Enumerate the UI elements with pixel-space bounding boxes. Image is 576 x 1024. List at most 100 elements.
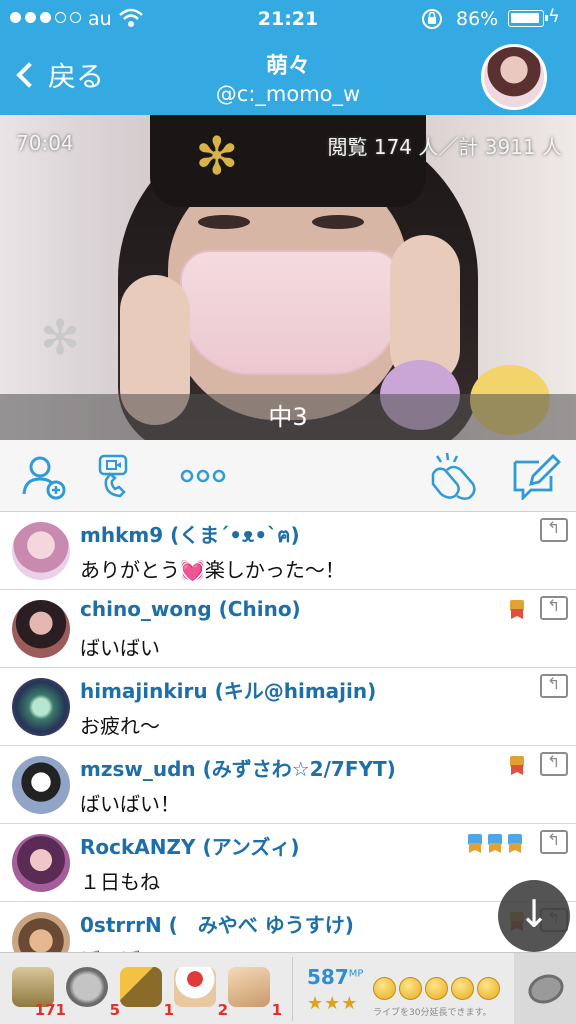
battery-icon: [508, 10, 548, 27]
cracker-gift-icon: [120, 967, 162, 1007]
comment-row[interactable]: RockANZY (アンズィ) １日もね: [0, 824, 576, 902]
comment-row[interactable]: 0strrrN ( みやべ ゆうすけ) ばいばい: [0, 902, 576, 952]
rank-badges: [508, 600, 526, 619]
reply-icon[interactable]: [540, 596, 568, 620]
battery-percent: 86%: [456, 8, 499, 30]
comment-text: ばいばい: [80, 944, 160, 952]
coin-icon: [425, 977, 448, 1000]
flower-sticker-icon: ✻: [195, 127, 239, 187]
avatar[interactable]: [12, 756, 70, 814]
ribbon-badge-icon: [508, 756, 526, 775]
comment-row[interactable]: chino_wong (Chino) ばいばい: [0, 590, 576, 668]
nav-title: 萌々 @c:_momo_w: [150, 48, 426, 106]
comment-row[interactable]: himajinkiru (キル@himajin) お疲れ〜: [0, 668, 576, 746]
video-mask: [180, 250, 402, 375]
gift-bar: 171 5 1 2 1 587MP ★★★ ライブを30分延長できます。: [0, 952, 576, 1024]
call-button[interactable]: [92, 450, 148, 502]
coin-icon: [399, 977, 422, 1000]
comment-username[interactable]: 0strrrN ( みやべ ゆうすけ): [80, 909, 354, 938]
coin-icon: [477, 977, 500, 1000]
elapsed-time: 70:04: [16, 131, 74, 155]
coin-shop-button[interactable]: [514, 953, 576, 1024]
more-button[interactable]: [178, 450, 228, 502]
extend-coins[interactable]: [373, 977, 500, 1000]
comment-username[interactable]: RockANZY (アンズィ): [80, 831, 300, 860]
ribbon-badge-icon: [486, 834, 504, 853]
comment-list[interactable]: mhkm9 (くま´•ᴥ•`ฅ) ありがとう💓楽しかった〜！ chino_won…: [0, 512, 576, 952]
avatar[interactable]: [12, 834, 70, 892]
back-button[interactable]: 戻る: [12, 52, 104, 98]
reply-icon[interactable]: [540, 518, 568, 542]
comment-row[interactable]: mhkm9 (くま´•ᴥ•`ฅ) ありがとう💓楽しかった〜！: [0, 512, 576, 590]
mp-stars: ★★★: [307, 993, 359, 1014]
comment-text: お疲れ〜: [80, 714, 160, 738]
comment-username[interactable]: himajinkiru (キル@himajin): [80, 675, 376, 704]
comment-text: ばいばい！: [80, 792, 180, 816]
broadcaster-name: 萌々: [265, 54, 310, 79]
comment-username[interactable]: chino_wong (Chino): [80, 597, 301, 621]
ribbon-badge-icon: [466, 834, 484, 853]
reply-icon[interactable]: [540, 830, 568, 854]
compose-button[interactable]: [508, 450, 562, 502]
comment-username[interactable]: mhkm9 (くま´•ᴥ•`ฅ): [80, 519, 300, 551]
add-user-icon: [22, 456, 66, 500]
video-eye-left: [198, 215, 250, 229]
scroll-to-bottom-button[interactable]: ↓: [498, 880, 570, 952]
avatar[interactable]: [12, 600, 70, 658]
chevron-left-icon: [16, 62, 42, 88]
gift-tea[interactable]: 171: [10, 959, 66, 1019]
coin-icon: [524, 969, 568, 1009]
mp-unit: MP: [348, 968, 364, 980]
coin-icon: [373, 977, 396, 1000]
mp-panel: 587MP ★★★ ライブを30分延長できます。: [292, 957, 510, 1021]
comment-text: ばいばい: [80, 636, 160, 660]
charging-icon: ϟ: [548, 6, 560, 27]
rank-badges: [508, 756, 526, 775]
video-bangs: [150, 115, 426, 207]
comment-text: ありがとう💓楽しかった〜！: [80, 558, 345, 582]
gift-count: 1: [271, 1001, 282, 1019]
rank-badges: [466, 834, 524, 853]
more-icon: [180, 469, 226, 483]
gift-count: 171: [34, 1001, 66, 1019]
action-bar: [0, 440, 576, 512]
arrow-down-icon: ↓: [518, 892, 550, 936]
back-label: 戻る: [48, 60, 105, 93]
avatar[interactable]: [12, 912, 70, 952]
gift-cake[interactable]: 2: [172, 959, 228, 1019]
gift-cracker[interactable]: 1: [118, 959, 174, 1019]
live-video[interactable]: ✻ ✻ 70:04 閲覧 174 人／計 3911 人 中3: [0, 115, 576, 440]
viewer-count: 閲覧 174 人／計 3911 人: [327, 135, 562, 159]
coin-icon: [451, 977, 474, 1000]
extend-note: ライブを30分延長できます。: [373, 1008, 492, 1018]
comment-row[interactable]: mzsw_udn (みずさわ☆2/7FYT) ばいばい！: [0, 746, 576, 824]
clap-button[interactable]: [426, 450, 482, 502]
gift-coin[interactable]: 5: [64, 959, 120, 1019]
follow-button[interactable]: [18, 450, 70, 502]
broadcaster-avatar[interactable]: [481, 44, 547, 110]
ribbon-badge-icon: [508, 600, 526, 619]
broadcast-caption: 中3: [0, 394, 576, 440]
video-eye-right: [312, 215, 364, 229]
avatar[interactable]: [12, 678, 70, 736]
rotation-lock-icon: [420, 7, 444, 36]
compose-icon: [513, 454, 561, 500]
cake-gift-icon: [174, 967, 216, 1007]
mp-value: 587MP: [307, 965, 363, 989]
comment-text: １日もね: [80, 870, 160, 894]
clap-gift-icon: [228, 967, 270, 1007]
mp-number: 587: [307, 965, 349, 989]
avatar[interactable]: [12, 522, 70, 580]
ribbon-badge-icon: [506, 834, 524, 853]
reply-icon[interactable]: [540, 674, 568, 698]
flower-sticker-icon: ✻: [40, 310, 81, 366]
clap-icon: [431, 452, 476, 500]
top-bar: au 21:21 86% ϟ 戻る 萌々 @c:_momo_w: [0, 0, 576, 115]
status-bar: au 21:21 86% ϟ: [0, 0, 576, 38]
comment-username[interactable]: mzsw_udn (みずさわ☆2/7FYT): [80, 753, 396, 782]
gift-clap[interactable]: 1: [226, 959, 282, 1019]
call-icon: [98, 454, 128, 498]
reply-icon[interactable]: [540, 752, 568, 776]
coin-gift-icon: [66, 967, 108, 1007]
broadcaster-handle: @c:_momo_w: [215, 82, 361, 106]
